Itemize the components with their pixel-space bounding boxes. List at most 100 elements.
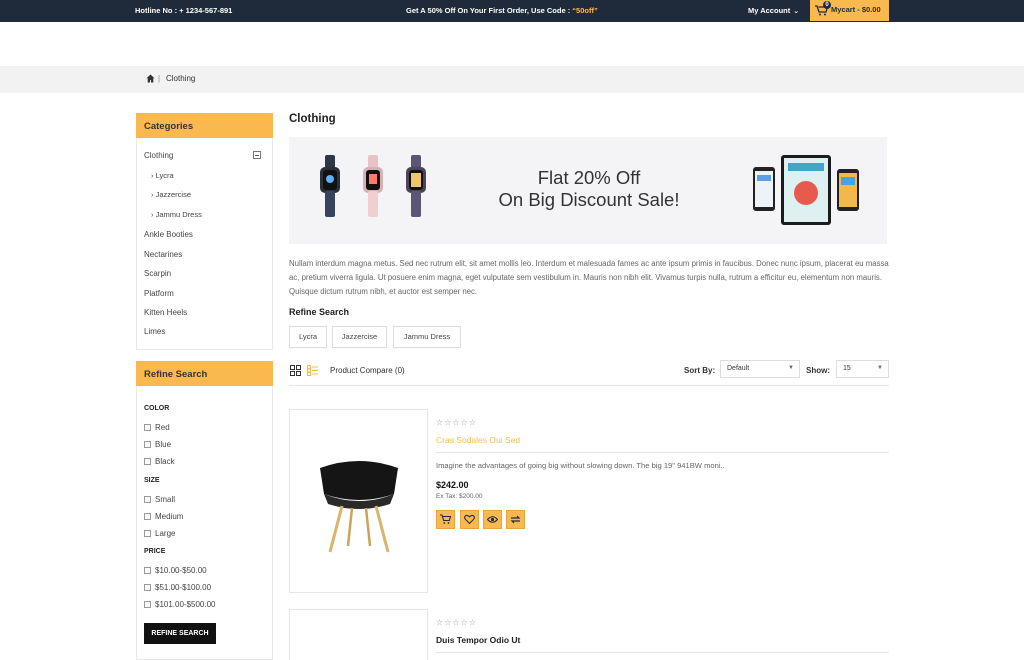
promo-banner-image[interactable]: Flat 20% Off On Big Discount Sale! [289,137,887,244]
banner-text: Flat 20% Off On Big Discount Sale! [464,167,714,211]
filter-option-label: Black [155,457,175,466]
page-title: Clothing [289,113,336,125]
refine-search-button[interactable]: REFINE SEARCH [144,623,216,644]
product-divider [436,452,889,453]
cart-button[interactable]: 0 Mycart - $0.00 [810,0,889,21]
filter-option-label: Large [155,529,176,538]
list-view-icon[interactable] [307,365,318,376]
filter-size-medium[interactable]: Medium [144,512,183,521]
promo-banner: Get A 50% Off On Your First Order, Use C… [406,6,598,15]
add-to-cart-button[interactable] [436,510,455,529]
breadcrumb-current[interactable]: Clothing [166,74,195,83]
cart-count-badge: 0 [823,1,831,9]
show-label: Show: [806,366,830,375]
filter-color-black[interactable]: Black [144,457,175,466]
smartwatches-image [320,155,426,217]
cart-icon [440,514,451,524]
promo-text: Get A 50% Off On Your First Order, Use C… [406,6,573,15]
checkbox[interactable] [144,441,151,448]
filter-price-2[interactable]: $51.00-$100.00 [144,583,211,592]
filter-option-label: Blue [155,440,172,449]
checkbox[interactable] [144,496,151,503]
filter-price-3[interactable]: $101.00-$500.00 [144,600,216,609]
refine-chip-lycra[interactable]: Lycra [289,326,327,348]
category-scarpin[interactable]: Scarpin [144,269,171,278]
chevron-down-icon: ⌄ [793,8,800,15]
filter-price-1[interactable]: $10.00-$50.00 [144,566,207,575]
checkbox[interactable] [144,424,151,431]
rating-stars: ☆☆☆☆☆ [436,418,477,427]
show-select-value: 15 [843,365,851,372]
heart-icon [464,514,475,525]
hotline: Hotline No : + 1234-567-891 [135,6,233,15]
my-account-menu[interactable]: My Account ⌄ [748,6,799,15]
banner-line-2: On Big Discount Sale! [498,189,680,210]
chair-image [320,461,398,553]
grid-view-icon[interactable] [290,365,301,376]
dropdown-arrow-icon: ▼ [877,365,883,371]
my-account-label: My Account [748,6,791,15]
filter-color-red[interactable]: Red [144,423,170,432]
product-image[interactable] [289,409,428,593]
product-name-link[interactable]: Cras Sodales Oui Sed [436,435,520,445]
checkbox[interactable] [144,584,151,591]
checkbox[interactable] [144,513,151,520]
filter-option-label: $10.00-$50.00 [155,566,207,575]
toolbar-divider [289,385,889,386]
product-ex-tax: Ex Tax: $200.00 [436,493,483,500]
checkbox[interactable] [144,601,151,608]
collapse-icon[interactable] [253,151,261,159]
category-kitten-heels[interactable]: Kitten Heels [144,308,187,317]
refine-search-title: Refine Search [289,307,350,317]
filter-price-title: PRICE [144,548,166,555]
subcategory-jammu-dress[interactable]: › Jammu Dress [151,210,202,219]
filter-option-label: $101.00-$500.00 [155,600,216,609]
filter-size-title: SIZE [144,477,160,484]
cart-label: Mycart - $0.00 [831,5,881,14]
checkbox[interactable] [144,567,151,574]
refine-chip-jazzercise[interactable]: Jazzercise [332,326,387,348]
category-clothing[interactable]: Clothing [144,151,173,160]
categories-header: Categories [136,113,273,138]
checkbox[interactable] [144,458,151,465]
product-description: Imagine the advantages of going big with… [436,461,725,470]
breadcrumb-separator: | [158,74,161,83]
product-price: $242.00 [436,480,469,490]
category-limes[interactable]: Limes [144,327,165,336]
top-bar: Hotline No : + 1234-567-891 Get A 50% Of… [0,0,1024,22]
refine-search-header: Refine Search [136,361,273,386]
filter-color-title: COLOR [144,405,170,412]
add-to-wishlist-button[interactable] [460,510,479,529]
quick-view-button[interactable] [483,510,502,529]
rating-stars: ☆☆☆☆☆ [436,618,477,627]
compare-arrows-icon [510,515,521,524]
category-ankle-booties[interactable]: Ankle Booties [144,230,193,239]
sort-by-label: Sort By: [684,366,716,375]
subcategory-lycra[interactable]: › Lycra [151,171,174,180]
product-image[interactable] [289,609,428,660]
filter-option-label: $51.00-$100.00 [155,583,212,592]
home-icon[interactable] [146,74,155,83]
subcategory-jazzercise[interactable]: › Jazzercise [151,190,191,199]
checkbox[interactable] [144,530,151,537]
product-divider [436,652,889,653]
filter-option-label: Medium [155,512,184,521]
devices-image [753,155,859,225]
product-name-link[interactable]: Duis Tempor Odio Ut [436,635,520,645]
category-platform[interactable]: Platform [144,289,174,298]
category-nectarines[interactable]: Nectarines [144,250,182,259]
category-description: Nullam interdum magna metus. Sed nec rut… [289,259,889,296]
show-select[interactable]: 15 ▼ [836,360,889,378]
sort-select-value: Default [727,365,750,372]
breadcrumb: | Clothing [0,66,1024,93]
refine-chip-jammu-dress[interactable]: Jammu Dress [393,326,461,348]
compare-button[interactable] [506,510,525,529]
sort-select[interactable]: Default ▼ [720,360,800,378]
eye-icon [487,516,498,523]
filter-size-small[interactable]: Small [144,495,175,504]
promo-code: “50off” [572,6,598,15]
filter-color-blue[interactable]: Blue [144,440,171,449]
categories-panel [136,138,273,350]
product-compare-link[interactable]: Product Compare (0) [330,366,405,375]
filter-size-large[interactable]: Large [144,529,175,538]
